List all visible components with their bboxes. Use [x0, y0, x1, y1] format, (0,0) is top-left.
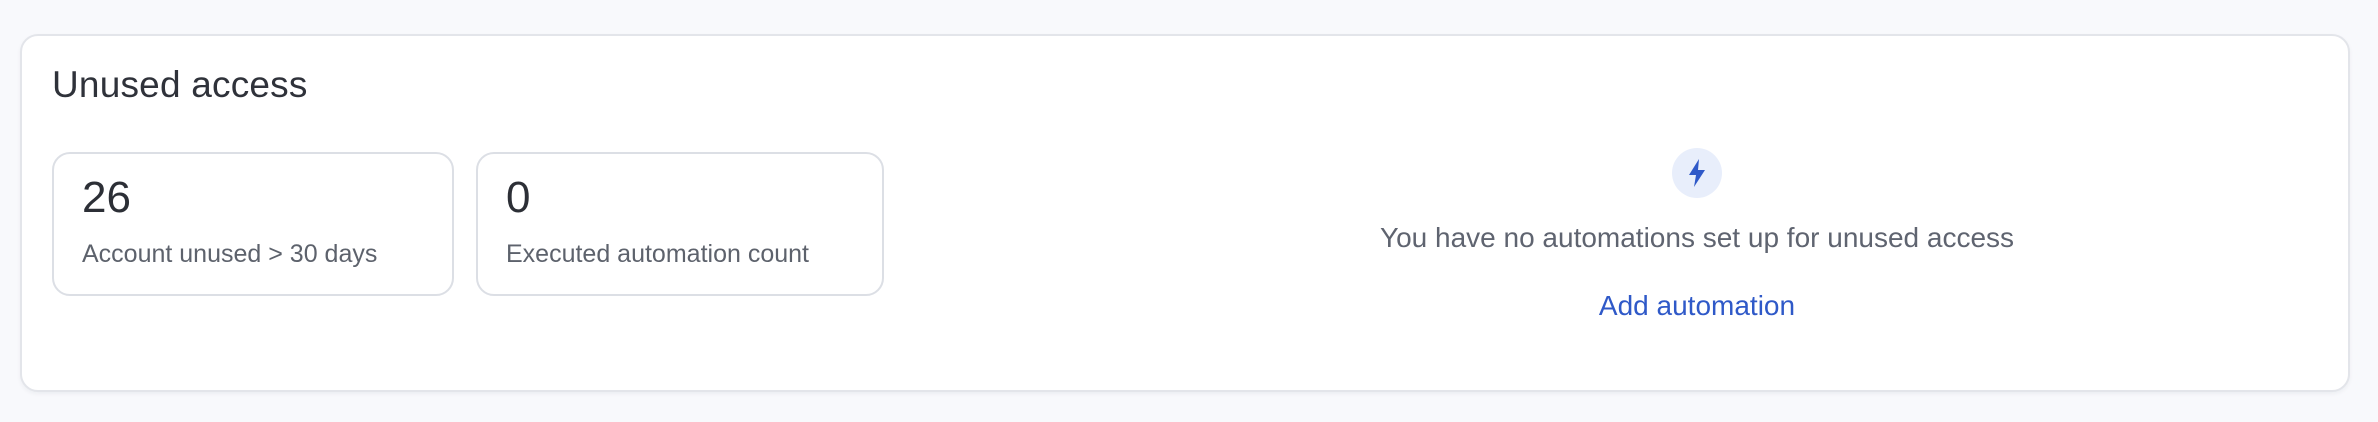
stat-label: Executed automation count [506, 240, 809, 268]
unused-access-card: Unused access 26 Account unused > 30 day… [20, 34, 2350, 392]
card-title: Unused access [52, 64, 308, 105]
automation-empty-state: You have no automations set up for unuse… [1122, 148, 2272, 348]
add-automation-link[interactable]: Add automation [1122, 290, 2272, 322]
stat-card-accounts-unused: 26 Account unused > 30 days [52, 152, 454, 296]
empty-state-message: You have no automations set up for unuse… [1379, 222, 2015, 253]
stat-label: Account unused > 30 days [82, 240, 378, 268]
stat-value: 26 [82, 173, 131, 222]
lightning-bolt-icon [1672, 148, 1722, 198]
stat-value: 0 [506, 173, 531, 222]
stat-card-executed-automations: 0 Executed automation count [476, 152, 884, 296]
